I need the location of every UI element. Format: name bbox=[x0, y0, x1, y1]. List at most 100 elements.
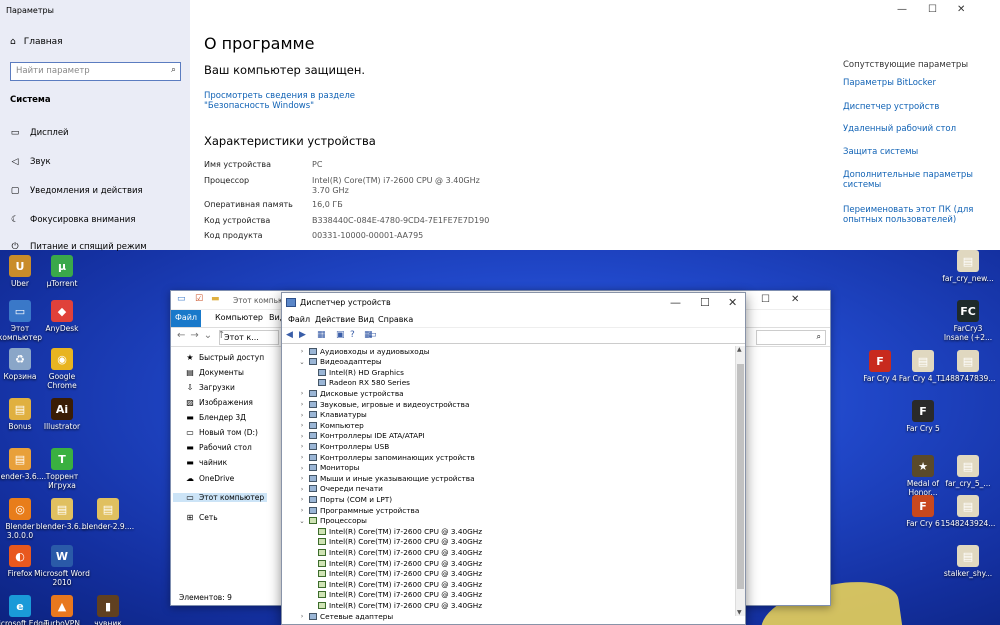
device-row[interactable]: › Сетевые адаптеры bbox=[298, 611, 393, 621]
device-row[interactable]: › Порты (COM и LPT) bbox=[298, 494, 392, 504]
related-link[interactable]: Удаленный рабочий стол bbox=[843, 124, 983, 134]
nav-item[interactable]: ⇩ Загрузки bbox=[185, 383, 235, 392]
expand-closed-icon[interactable]: › bbox=[298, 453, 306, 461]
sidebar-item-sound[interactable]: ◁ Звук bbox=[10, 157, 51, 167]
related-link[interactable]: Параметры BitLocker bbox=[843, 78, 983, 88]
related-link[interactable]: Переименовать этот ПК (для опытных польз… bbox=[843, 205, 983, 225]
device-row[interactable]: ⌄ Процессоры bbox=[298, 516, 367, 526]
device-row[interactable]: › Мониторы bbox=[298, 463, 360, 473]
expand-closed-icon[interactable]: › bbox=[298, 389, 306, 397]
menu-view[interactable]: Вид bbox=[358, 315, 374, 324]
related-link[interactable]: Дополнительные параметры системы bbox=[843, 170, 983, 190]
desktop-icon[interactable]: F Far Cry 5 bbox=[895, 400, 951, 433]
view-icon[interactable]: ▦ bbox=[317, 330, 326, 340]
device-row[interactable]: Intel(R) Core(TM) i7-2600 CPU @ 3.40GHz bbox=[318, 537, 482, 547]
related-link[interactable]: Защита системы bbox=[843, 147, 983, 157]
desktop-icon[interactable]: T Торрент Игруха bbox=[34, 448, 90, 490]
sidebar-item-display[interactable]: ▭ Дисплей bbox=[10, 128, 69, 138]
scroll-thumb[interactable] bbox=[737, 364, 744, 589]
device-row[interactable]: Intel(R) Core(TM) i7-2600 CPU @ 3.40GHz bbox=[318, 547, 482, 557]
forward-icon[interactable]: ▶ bbox=[299, 330, 306, 340]
desktop-icon[interactable]: ▮ чувник bbox=[80, 595, 136, 625]
menu-help[interactable]: Справка bbox=[378, 315, 413, 324]
devmgr-minimize-button[interactable]: — bbox=[670, 296, 681, 309]
minimize-button[interactable]: — bbox=[897, 4, 907, 15]
nav-item[interactable]: ▬ Рабочий стол bbox=[185, 443, 252, 452]
device-row[interactable]: › Очереди печати bbox=[298, 484, 383, 494]
nav-item[interactable]: ▬ Блендер 3Д bbox=[185, 413, 246, 422]
desktop-icon[interactable]: µ µTorrent bbox=[34, 255, 90, 288]
expand-closed-icon[interactable]: › bbox=[298, 421, 306, 429]
nav-item[interactable]: ▤ Документы bbox=[185, 368, 244, 377]
device-row[interactable]: Intel(R) HD Graphics bbox=[318, 367, 404, 377]
device-row[interactable]: Intel(R) Core(TM) i7-2600 CPU @ 3.40GHz bbox=[318, 558, 482, 568]
address-input[interactable]: Этот к... bbox=[219, 330, 279, 345]
back-icon[interactable]: ◀ bbox=[286, 330, 293, 340]
scroll-up-icon[interactable]: ▲ bbox=[737, 346, 742, 353]
desktop-icon[interactable]: ▤ far_cry_5_... bbox=[940, 455, 996, 488]
nav-item[interactable]: ▭ Этот компьютер bbox=[173, 493, 267, 502]
nav-item[interactable]: ▨ Изображения bbox=[185, 398, 253, 407]
expand-closed-icon[interactable]: › bbox=[298, 464, 306, 472]
menu-action[interactable]: Действие bbox=[315, 315, 355, 324]
device-row[interactable]: › Дисковые устройства bbox=[298, 388, 404, 398]
desktop-icon[interactable]: ◆ AnyDesk bbox=[34, 300, 90, 333]
device-row[interactable]: › Контроллеры USB bbox=[298, 441, 390, 451]
sidebar-item-focus[interactable]: ☾ Фокусировка внимания bbox=[10, 215, 135, 225]
expand-open-icon[interactable]: ⌄ bbox=[298, 358, 306, 366]
nav-item[interactable]: ☁ OneDrive bbox=[185, 474, 234, 483]
expand-closed-icon[interactable]: › bbox=[298, 432, 306, 440]
security-link[interactable]: Просмотреть сведения в разделе "Безопасн… bbox=[204, 91, 414, 111]
expand-closed-icon[interactable]: › bbox=[298, 506, 306, 514]
desktop-icon[interactable]: FC FarCry3 Insane (+2... bbox=[940, 300, 996, 342]
device-row[interactable]: › Мыши и иные указывающие устройства bbox=[298, 473, 475, 483]
search-input[interactable]: Найти параметр ⌕ bbox=[10, 62, 181, 81]
monitor-icon[interactable]: ▭ bbox=[368, 330, 377, 340]
desktop-icon[interactable]: ▤ 1488747839... bbox=[940, 350, 996, 383]
close-button[interactable]: ✕ bbox=[957, 4, 965, 15]
related-link[interactable]: Диспетчер устройств bbox=[843, 102, 983, 112]
desktop-icon[interactable]: Ai Illustrator bbox=[34, 398, 90, 431]
device-row[interactable]: Intel(R) Core(TM) i7-2600 CPU @ 3.40GHz bbox=[318, 569, 482, 579]
device-row[interactable]: › Контроллеры IDE ATA/ATAPI bbox=[298, 431, 425, 441]
devmgr-close-button[interactable]: ✕ bbox=[728, 296, 737, 309]
home-link[interactable]: ⌂ Главная bbox=[10, 37, 63, 47]
device-row[interactable]: › Клавиатуры bbox=[298, 410, 367, 420]
desktop-icon[interactable]: ▤ stalker_shy... bbox=[940, 545, 996, 578]
desktop-icon[interactable]: ▤ far_cry_new... bbox=[940, 250, 996, 283]
expand-closed-icon[interactable]: › bbox=[298, 612, 306, 620]
search-input[interactable]: ⌕ bbox=[756, 330, 826, 345]
device-row[interactable]: › Аудиовходы и аудиовыходы bbox=[298, 346, 430, 356]
device-row[interactable]: Intel(R) Core(TM) i7-2600 CPU @ 3.40GHz bbox=[318, 600, 482, 610]
device-row[interactable]: › Контроллеры запоминающих устройств bbox=[298, 452, 475, 462]
expand-open-icon[interactable]: ⌄ bbox=[298, 517, 306, 525]
tab-file[interactable]: Файл bbox=[171, 310, 201, 327]
sidebar-item-notifications[interactable]: ▢ Уведомления и действия bbox=[10, 186, 143, 196]
expand-closed-icon[interactable]: › bbox=[298, 485, 306, 493]
expand-closed-icon[interactable]: › bbox=[298, 495, 306, 503]
explorer-maximize-button[interactable]: ☐ bbox=[761, 294, 770, 305]
device-row[interactable]: › Компьютер bbox=[298, 420, 364, 430]
expand-closed-icon[interactable]: › bbox=[298, 347, 306, 355]
expand-closed-icon[interactable]: › bbox=[298, 442, 306, 450]
device-row[interactable]: Intel(R) Core(TM) i7-2600 CPU @ 3.40GHz bbox=[318, 579, 482, 589]
vertical-scrollbar[interactable]: ▲ ▼ bbox=[735, 346, 745, 616]
nav-item[interactable]: ⊞ Сеть bbox=[185, 513, 218, 522]
device-row[interactable]: Intel(R) Core(TM) i7-2600 CPU @ 3.40GHz bbox=[318, 526, 482, 536]
maximize-button[interactable]: ☐ bbox=[928, 4, 937, 15]
expand-closed-icon[interactable]: › bbox=[298, 474, 306, 482]
nav-item[interactable]: ▭ Новый том (D:) bbox=[185, 428, 258, 437]
device-row[interactable]: Radeon RX 580 Series bbox=[318, 378, 410, 388]
device-row[interactable]: ⌄ Видеоадаптеры bbox=[298, 357, 381, 367]
help-icon[interactable]: ? bbox=[350, 330, 355, 340]
expand-closed-icon[interactable]: › bbox=[298, 411, 306, 419]
desktop-icon[interactable]: W Microsoft Word 2010 bbox=[34, 545, 90, 587]
expand-closed-icon[interactable]: › bbox=[298, 400, 306, 408]
properties-icon[interactable]: ▣ bbox=[336, 330, 345, 340]
desktop-icon[interactable]: ▤ 1548243924... bbox=[940, 495, 996, 528]
devmgr-maximize-button[interactable]: ☐ bbox=[700, 296, 710, 309]
nav-item[interactable]: ▬ чайник bbox=[185, 458, 227, 467]
nav-item[interactable]: ★ Быстрый доступ bbox=[185, 353, 264, 362]
device-row[interactable]: › Звуковые, игровые и видеоустройства bbox=[298, 399, 470, 409]
scroll-down-icon[interactable]: ▼ bbox=[737, 609, 742, 616]
